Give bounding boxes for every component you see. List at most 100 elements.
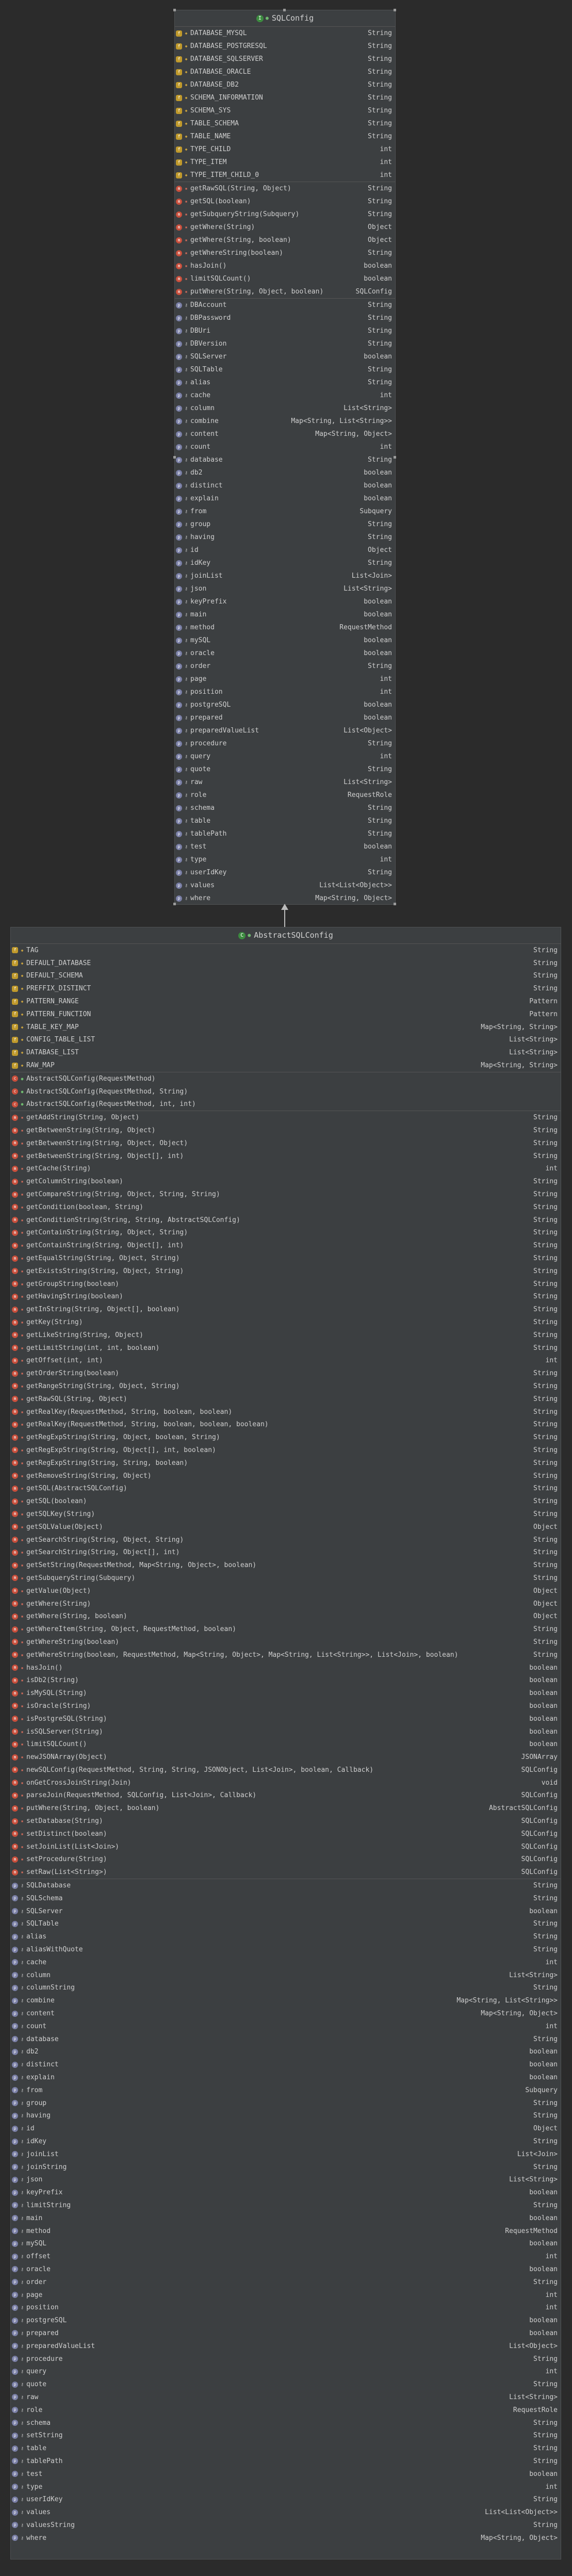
- method-row[interactable]: m ▪ getSearchString(String, Object, String…: [11, 1534, 561, 1546]
- method-row[interactable]: m ▪ getWhere(String) Object: [175, 221, 395, 234]
- property-row[interactable]: p ⚷ raw List<String>: [175, 776, 395, 789]
- method-row[interactable]: m ▪ isMySQL(String) boolean: [11, 1687, 561, 1700]
- method-row[interactable]: m ▪ setDistinct(boolean) SQLConfig: [11, 1828, 561, 1840]
- method-row[interactable]: m ▪ getRangeString(String, Object, String)…: [11, 1380, 561, 1393]
- method-row[interactable]: m ▪ putWhere(String, Object, boolean) SQLCo…: [175, 285, 395, 298]
- property-row[interactable]: p ⚷ DBVersion String: [175, 337, 395, 350]
- property-row[interactable]: p ⚷ joinString String: [11, 2161, 561, 2174]
- field-row[interactable]: f ◆ DATABASE_SQLSERVER String: [175, 53, 395, 66]
- property-row[interactable]: p ⚷ postgreSQL boolean: [175, 698, 395, 711]
- property-row[interactable]: p ⚷ offset int: [11, 2250, 561, 2263]
- property-row[interactable]: p ⚷ SQLSchema String: [11, 1892, 561, 1905]
- property-row[interactable]: p ⚷ oracle boolean: [175, 647, 395, 660]
- method-row[interactable]: m ▪ getWhereItem(String, Object, RequestMe…: [11, 1623, 561, 1636]
- method-row[interactable]: m ▪ getRawSQL(String, Object) String: [11, 1393, 561, 1406]
- ctor-row[interactable]: c ● AbstractSQLConfig(RequestMethod, Strin…: [11, 1085, 561, 1098]
- method-row[interactable]: m ▪ setProcedure(String) SQLConfig: [11, 1853, 561, 1866]
- method-row[interactable]: m ▪ getSetString(RequestMethod, Map<String…: [11, 1559, 561, 1572]
- property-row[interactable]: p ⚷ main boolean: [175, 608, 395, 621]
- property-row[interactable]: p ⚷ aliasWithQuote String: [11, 1943, 561, 1956]
- method-row[interactable]: m ▪ getGroupString(boolean) String: [11, 1278, 561, 1291]
- method-row[interactable]: m ▪ getCompareString(String, Object, Strin…: [11, 1188, 561, 1201]
- method-row[interactable]: m ▪ limitSQLCount() boolean: [11, 1738, 561, 1751]
- property-row[interactable]: p ⚷ test boolean: [11, 2468, 561, 2481]
- property-row[interactable]: p ⚷ json List<String>: [175, 582, 395, 595]
- property-row[interactable]: p ⚷ joinList List<Join>: [175, 569, 395, 582]
- property-row[interactable]: p ⚷ group String: [11, 2097, 561, 2110]
- method-row[interactable]: m ▪ getRemoveString(String, Object) String: [11, 1470, 561, 1482]
- property-row[interactable]: p ⚷ procedure String: [175, 737, 395, 750]
- field-row[interactable]: f ◆ TABLE_NAME String: [175, 130, 395, 143]
- field-row[interactable]: f ◆ DATABASE_POSTGRESQL String: [175, 40, 395, 53]
- field-row[interactable]: f ◆ TAG String: [11, 944, 561, 957]
- property-row[interactable]: p ⚷ mySQL boolean: [175, 634, 395, 647]
- method-row[interactable]: m ▪ getWhereString(boolean, RequestMethod,…: [11, 1649, 561, 1661]
- method-row[interactable]: m ▪ getOffset(int, int) int: [11, 1355, 561, 1367]
- method-row[interactable]: m ▪ getExistsString(String, Object, String…: [11, 1265, 561, 1278]
- property-row[interactable]: p ⚷ schema String: [11, 2417, 561, 2430]
- field-row[interactable]: f ◆ TYPE_ITEM_CHILD_0 int: [175, 169, 395, 182]
- property-row[interactable]: p ⚷ DBPassword String: [175, 312, 395, 324]
- property-row[interactable]: p ⚷ cache int: [175, 389, 395, 402]
- method-row[interactable]: m ▪ newSQLConfig(RequestMethod, String, St…: [11, 1764, 561, 1776]
- property-row[interactable]: p ⚷ role RequestRole: [11, 2404, 561, 2417]
- field-row[interactable]: f ◆ SCHEMA_SYS String: [175, 104, 395, 117]
- property-row[interactable]: p ⚷ postgreSQL boolean: [11, 2314, 561, 2327]
- property-row[interactable]: p ⚷ from Subquery: [11, 2084, 561, 2097]
- method-row[interactable]: m ▪ getContainString(String, Object, Strin…: [11, 1227, 561, 1240]
- property-row[interactable]: p ⚷ values List<List<Object>>: [175, 879, 395, 892]
- property-row[interactable]: p ⚷ from Subquery: [175, 505, 395, 518]
- property-row[interactable]: p ⚷ schema String: [175, 802, 395, 814]
- method-row[interactable]: m ▪ getSubqueryString(Subquery) String: [11, 1572, 561, 1585]
- resize-handle[interactable]: [283, 9, 286, 11]
- resize-handle[interactable]: [173, 903, 176, 905]
- method-row[interactable]: m ▪ isDb2(String) boolean: [11, 1674, 561, 1687]
- resize-handle[interactable]: [394, 903, 396, 905]
- resize-handle[interactable]: [173, 9, 176, 11]
- property-row[interactable]: p ⚷ SQLTable String: [175, 363, 395, 376]
- resize-handle[interactable]: [394, 456, 396, 459]
- method-row[interactable]: m ▪ getSearchString(String, Object[], int)…: [11, 1546, 561, 1559]
- property-row[interactable]: p ⚷ tablePath String: [175, 827, 395, 840]
- property-row[interactable]: p ⚷ idKey String: [175, 557, 395, 569]
- method-row[interactable]: m ▪ getBetweenString(String, Object, Objec…: [11, 1137, 561, 1150]
- field-row[interactable]: f ◆ DATABASE_ORACLE String: [175, 66, 395, 78]
- method-row[interactable]: m ▪ getWhereString(boolean) String: [11, 1636, 561, 1649]
- resize-handle[interactable]: [394, 9, 396, 11]
- property-row[interactable]: p ⚷ raw List<String>: [11, 2391, 561, 2404]
- property-row[interactable]: p ⚷ type int: [175, 853, 395, 866]
- property-row[interactable]: p ⚷ tablePath String: [11, 2455, 561, 2468]
- field-row[interactable]: f ◆ DATABASE_LIST List<String>: [11, 1046, 561, 1059]
- property-row[interactable]: p ⚷ page int: [11, 2289, 561, 2302]
- field-row[interactable]: f ◆ TABLE_SCHEMA String: [175, 117, 395, 130]
- property-row[interactable]: p ⚷ database String: [175, 453, 395, 466]
- property-row[interactable]: p ⚷ where Map<String, Object>: [11, 2532, 561, 2545]
- property-row[interactable]: p ⚷ quote String: [175, 763, 395, 776]
- property-row[interactable]: p ⚷ prepared boolean: [11, 2327, 561, 2340]
- property-row[interactable]: p ⚷ test boolean: [175, 840, 395, 853]
- method-row[interactable]: m ▪ isSQLServer(String) boolean: [11, 1725, 561, 1738]
- resize-handle[interactable]: [173, 456, 176, 459]
- property-row[interactable]: p ⚷ DBUri String: [175, 324, 395, 337]
- method-row[interactable]: m ▪ getSQLValue(Object) Object: [11, 1521, 561, 1534]
- method-row[interactable]: m ▪ onGetCrossJoinString(Join) void: [11, 1776, 561, 1789]
- method-row[interactable]: m ▪ getOrderString(boolean) String: [11, 1367, 561, 1380]
- method-row[interactable]: m ▪ isOracle(String) boolean: [11, 1700, 561, 1713]
- method-row[interactable]: m ▪ getWhereString(boolean) String: [175, 247, 395, 259]
- property-row[interactable]: p ⚷ oracle boolean: [11, 2263, 561, 2276]
- method-row[interactable]: m ▪ getWhere(String, boolean) Object: [175, 234, 395, 247]
- field-row[interactable]: f ◆ DATABASE_DB2 String: [175, 78, 395, 91]
- field-row[interactable]: f ◆ TABLE_KEY_MAP Map<String, String>: [11, 1021, 561, 1034]
- class-header[interactable]: I ● SQLConfig: [175, 10, 395, 27]
- method-row[interactable]: m ▪ getEqualString(String, Object, String)…: [11, 1252, 561, 1265]
- field-row[interactable]: f ◆ TYPE_ITEM int: [175, 156, 395, 169]
- method-row[interactable]: m ▪ getSQL(boolean) String: [11, 1495, 561, 1508]
- property-row[interactable]: p ⚷ id Object: [175, 544, 395, 557]
- field-row[interactable]: f ◆ RAW_MAP Map<String, String>: [11, 1059, 561, 1072]
- method-row[interactable]: m ▪ getRealKey(RequestMethod, String, bool…: [11, 1418, 561, 1431]
- field-row[interactable]: f ◆ SCHEMA_INFORMATION String: [175, 91, 395, 104]
- property-row[interactable]: p ⚷ database String: [11, 2033, 561, 2046]
- property-row[interactable]: p ⚷ column List<String>: [175, 402, 395, 415]
- property-row[interactable]: p ⚷ mySQL boolean: [11, 2237, 561, 2250]
- property-row[interactable]: p ⚷ table String: [11, 2442, 561, 2455]
